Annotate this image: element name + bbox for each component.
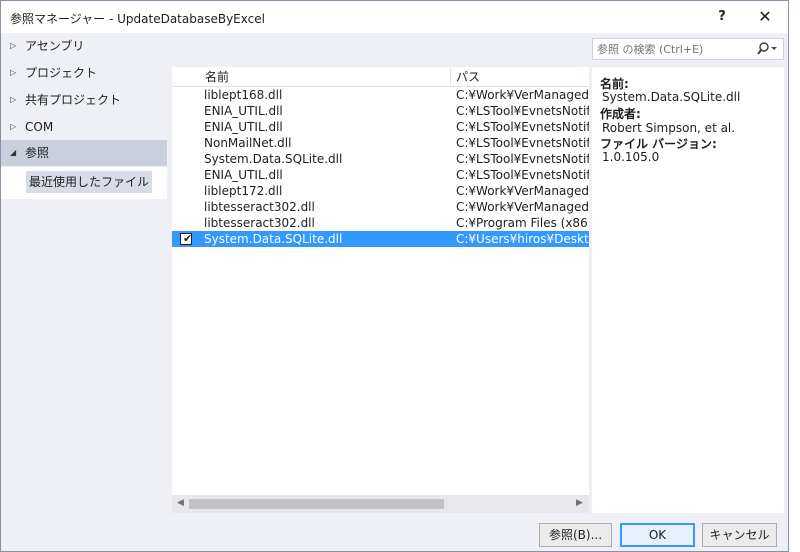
detail-name-value: System.Data.SQLite.dll	[602, 90, 741, 104]
ok-button[interactable]: OK	[620, 523, 695, 547]
row-path-cell: C:¥Users¥hiros¥Desktop¥	[456, 232, 589, 246]
chevron-down-icon: ◢	[10, 148, 17, 157]
horizontal-scrollbar[interactable]: ◀ ▶	[172, 495, 589, 513]
column-header-path[interactable]: パス	[456, 67, 480, 87]
detail-author-value: Robert Simpson, et al.	[602, 121, 736, 135]
table-row[interactable]: ✔ System.Data.SQLite.dll C:¥Users¥hiros¥De…	[172, 231, 589, 247]
row-path-cell: C:¥Work¥VerManaged¥bra	[456, 200, 589, 214]
detail-author-label: 作成者:	[600, 107, 641, 121]
row-name-cell: NonMailNet.dll	[204, 136, 292, 150]
scroll-left-arrow-icon[interactable]: ◀	[177, 498, 184, 508]
search-input[interactable]	[597, 41, 747, 57]
nav-item-browse[interactable]: ◢ 参照	[1, 140, 167, 166]
search-box	[592, 38, 784, 60]
row-name-cell: ENIA_UTIL.dll	[204, 168, 283, 182]
row-path-cell: C:¥LSTool¥EvnetsNotificat	[456, 120, 589, 134]
column-header-name[interactable]: 名前	[205, 67, 229, 87]
table-row[interactable]: NonMailNet.dll C:¥LSTool¥EvnetsNotificat	[172, 135, 589, 151]
table-row[interactable]: libtesseract302.dll C:¥Work¥VerManaged¥br…	[172, 199, 589, 215]
row-name-cell: ENIA_UTIL.dll	[204, 104, 283, 118]
list-header: 名前 パス	[172, 67, 589, 87]
scrollbar-thumb[interactable]	[189, 499, 444, 509]
browse-button[interactable]: 参照(B)...	[539, 523, 612, 547]
table-row[interactable]: System.Data.SQLite.dll C:¥LSTool¥EvnetsNo…	[172, 151, 589, 167]
scroll-right-arrow-icon[interactable]: ▶	[576, 498, 583, 508]
details-panel: 名前: System.Data.SQLite.dll 作成者: Robert S…	[592, 67, 784, 513]
table-row[interactable]: ENIA_UTIL.dll C:¥LSTool¥EvnetsNotificat	[172, 119, 589, 135]
reference-list: 名前 パス liblept168.dll C:¥Work¥VerManaged¥b…	[172, 67, 589, 513]
chevron-right-icon: ▷	[10, 68, 17, 77]
window-title: 参照マネージャー - UpdateDatabaseByExcel	[10, 12, 265, 26]
table-row[interactable]: liblept168.dll C:¥Work¥VerManaged¥bra	[172, 87, 589, 103]
close-button[interactable]: ✕	[750, 5, 780, 29]
row-path-cell: C:¥LSTool¥EvnetsNotificat	[456, 104, 589, 118]
chevron-right-icon: ▷	[10, 95, 17, 104]
row-path-cell: C:¥Work¥VerManaged¥bra	[456, 88, 589, 102]
category-nav: ▷ アセンブリ ▷ プロジェクト ▷ 共有プロジェクト ▷ COM ◢ 参照	[1, 33, 167, 517]
row-name-cell: liblept168.dll	[204, 88, 283, 102]
nav-item-projects[interactable]: ▷ プロジェクト	[1, 60, 167, 86]
table-row[interactable]: libtesseract302.dll C:¥Program Files (x86…	[172, 215, 589, 231]
row-checkbox[interactable]: ✔	[180, 232, 193, 245]
row-path-cell: C:¥LSTool¥EvnetsNotificat	[456, 152, 589, 166]
nav-item-shared-projects[interactable]: ▷ 共有プロジェクト	[1, 87, 167, 113]
row-name-cell: liblept172.dll	[204, 184, 283, 198]
row-path-cell: C:¥Program Files (x86)¥Te	[456, 216, 589, 230]
title-bar: 参照マネージャー - UpdateDatabaseByExcel ? ✕	[1, 1, 788, 33]
search-icon[interactable]	[756, 41, 780, 57]
nav-item-assemblies[interactable]: ▷ アセンブリ	[1, 33, 167, 59]
nav-item-label: 共有プロジェクト	[25, 93, 122, 107]
nav-item-label: プロジェクト	[25, 66, 98, 80]
nav-item-com[interactable]: ▷ COM	[1, 114, 167, 140]
nav-item-label: アセンブリ	[25, 39, 85, 53]
nav-item-label: 参照	[25, 146, 50, 160]
chevron-right-icon: ▷	[10, 41, 17, 50]
row-name-cell: System.Data.SQLite.dll	[204, 232, 343, 246]
table-row[interactable]: ENIA_UTIL.dll C:¥LSTool¥EvnetsNotificat	[172, 167, 589, 183]
cancel-button[interactable]: キャンセル	[702, 523, 777, 547]
row-name-cell: System.Data.SQLite.dll	[204, 152, 343, 166]
row-name-cell: libtesseract302.dll	[204, 200, 315, 214]
help-button[interactable]: ?	[707, 5, 737, 29]
row-path-cell: C:¥LSTool¥EvnetsNotificat	[456, 168, 589, 182]
nav-item-label: COM	[25, 120, 54, 134]
checkmark-icon: ✔	[183, 232, 193, 245]
table-row[interactable]: ENIA_UTIL.dll C:¥LSTool¥EvnetsNotificat	[172, 103, 589, 119]
row-path-cell: C:¥Work¥VerManaged¥bra	[456, 184, 589, 198]
detail-version-value: 1.0.105.0	[602, 150, 660, 164]
list-rows: liblept168.dllC:¥Work¥VerManaged¥braENIA…	[172, 87, 589, 247]
chevron-right-icon: ▷	[10, 122, 17, 131]
reference-manager-dialog: 参照マネージャー - UpdateDatabaseByExcel ? ✕ ▷ ア…	[0, 0, 789, 552]
browse-subpanel: 最近使用したファイル	[1, 167, 167, 199]
table-row[interactable]: liblept172.dll C:¥Work¥VerManaged¥bra	[172, 183, 589, 199]
row-path-cell: C:¥LSTool¥EvnetsNotificat	[456, 136, 589, 150]
nav-subitem-recent-files[interactable]: 最近使用したファイル	[26, 171, 153, 193]
column-divider[interactable]	[450, 67, 451, 87]
row-name-cell: ENIA_UTIL.dll	[204, 120, 283, 134]
row-name-cell: libtesseract302.dll	[204, 216, 315, 230]
